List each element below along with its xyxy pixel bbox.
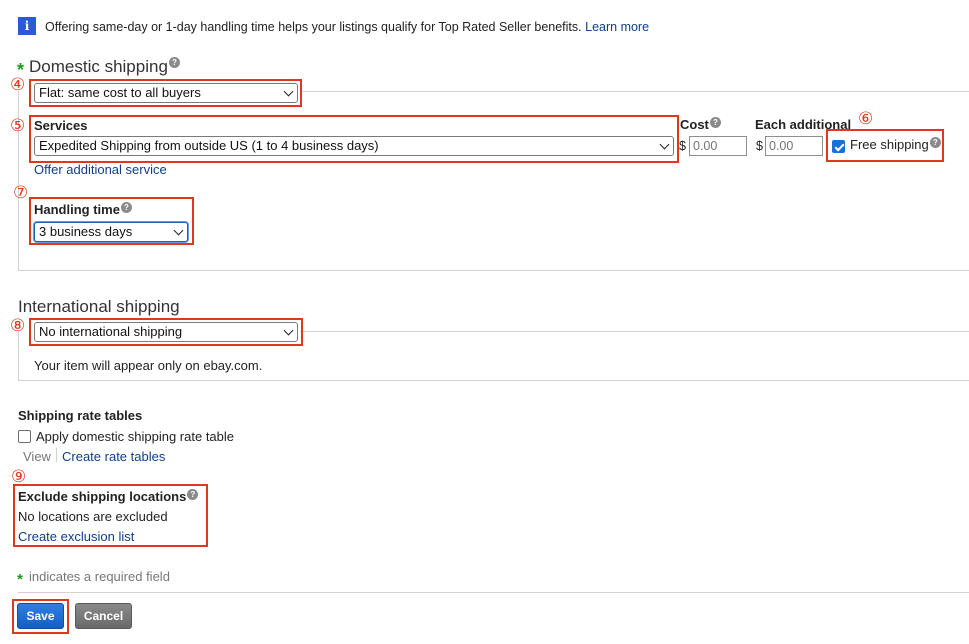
cost-input[interactable] [689, 136, 747, 156]
currency-symbol: $ [756, 139, 763, 153]
info-icon: i [18, 17, 36, 35]
rate-table-checkbox[interactable] [18, 430, 31, 443]
free-shipping-checkbox[interactable] [832, 140, 845, 153]
required-star: * [17, 571, 23, 588]
required-note: indicates a required field [29, 569, 170, 584]
help-icon[interactable]: ? [709, 117, 721, 128]
free-shipping-label: Free shipping? [850, 137, 941, 152]
free-shipping-text: Free shipping [850, 137, 929, 152]
cost-label: Cost? [680, 117, 721, 132]
each-additional-input[interactable] [765, 136, 823, 156]
create-rate-tables-link[interactable]: Create rate tables [62, 449, 165, 464]
section-border [18, 331, 19, 381]
chevron-down-icon [283, 86, 294, 97]
exclude-locations-title-text: Exclude shipping locations [18, 489, 187, 504]
info-banner: Offering same-day or 1-day handling time… [45, 20, 649, 34]
handling-time-value: 3 business days [39, 224, 133, 239]
divider [300, 91, 969, 92]
divider [300, 331, 969, 332]
service-value: Expedited Shipping from outside US (1 to… [39, 138, 379, 153]
shipping-type-value: Flat: same cost to all buyers [39, 85, 201, 100]
help-icon[interactable]: ? [187, 489, 199, 500]
annotation-6: ⑥ [858, 109, 874, 128]
shipping-type-select[interactable]: Flat: same cost to all buyers [34, 83, 298, 103]
international-shipping-value: No international shipping [39, 324, 183, 339]
international-shipping-select[interactable]: No international shipping [34, 322, 298, 342]
help-icon[interactable]: ? [929, 137, 941, 148]
divider [18, 380, 969, 381]
annotation-7: ⑦ [13, 183, 29, 202]
rate-tables-title: Shipping rate tables [18, 408, 143, 423]
save-button[interactable]: Save [17, 603, 64, 629]
services-label: Services [34, 118, 88, 133]
help-icon[interactable]: ? [168, 57, 180, 68]
annotation-5: ⑤ [10, 116, 26, 135]
service-select[interactable]: Expedited Shipping from outside US (1 to… [34, 136, 674, 156]
cost-label-text: Cost [680, 117, 709, 132]
handling-time-text: Handling time [34, 202, 120, 217]
rate-table-checkbox-label: Apply domestic shipping rate table [36, 429, 235, 444]
divider [18, 592, 969, 593]
cancel-button[interactable]: Cancel [75, 603, 132, 629]
annotation-8: ⑧ [10, 316, 26, 335]
create-exclusion-list-link[interactable]: Create exclusion list [18, 529, 134, 544]
chevron-down-icon [173, 225, 184, 236]
international-shipping-title: International shipping [18, 297, 180, 316]
chevron-down-icon [283, 325, 294, 336]
offer-additional-service-link[interactable]: Offer additional service [34, 162, 167, 177]
chevron-down-icon [659, 139, 670, 150]
link-separator [56, 448, 57, 462]
handling-time-select[interactable]: 3 business days [34, 222, 188, 242]
view-label: View [23, 449, 51, 464]
currency-symbol: $ [679, 139, 686, 153]
info-banner-text: Offering same-day or 1-day handling time… [45, 20, 582, 34]
exclude-status: No locations are excluded [18, 509, 168, 524]
domestic-shipping-title-text: Domestic shipping [29, 57, 168, 76]
help-icon[interactable]: ? [120, 202, 132, 213]
handling-time-label: Handling time? [34, 202, 132, 217]
exclude-locations-title: Exclude shipping locations? [18, 489, 199, 504]
divider [18, 270, 969, 271]
annotation-4: ④ [10, 75, 26, 94]
learn-more-link[interactable]: Learn more [585, 20, 649, 34]
international-note: Your item will appear only on ebay.com. [34, 358, 263, 373]
domestic-shipping-title: Domestic shipping? [29, 57, 180, 77]
annotation-9: ⑨ [11, 467, 27, 486]
